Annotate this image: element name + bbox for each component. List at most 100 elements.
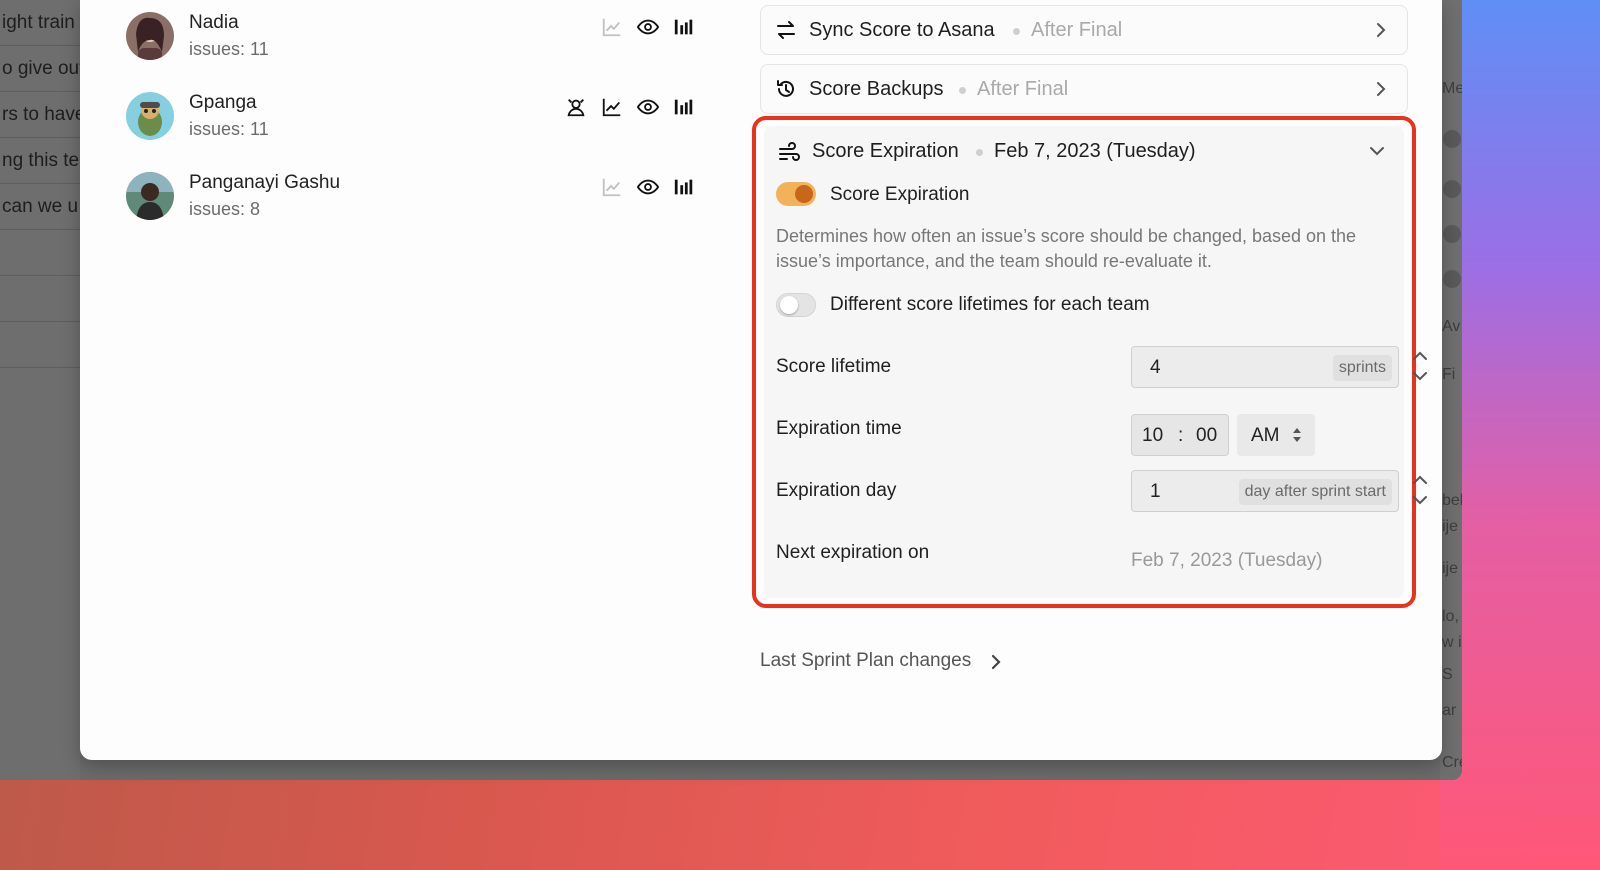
toggle-knob: [795, 185, 813, 203]
chevron-up-icon[interactable]: [1412, 474, 1428, 486]
last-sprint-plan-changes-link[interactable]: Last Sprint Plan changes: [760, 650, 1001, 672]
chevron-right-icon: [991, 654, 1001, 670]
expiration-day-unit: day after sprint start: [1238, 479, 1392, 505]
background-text: Creat: [1442, 754, 1462, 771]
swap-arrows-icon: [777, 21, 795, 39]
bar-chart-icon[interactable]: [672, 175, 696, 199]
score-lifetime-stepper[interactable]: [1401, 346, 1439, 388]
next-expiration-value: Feb 7, 2023 (Tuesday): [1131, 550, 1323, 571]
score-lifetime-value: 4: [1150, 357, 1161, 378]
time-separator: :: [1178, 425, 1184, 446]
chevron-up-icon[interactable]: [1412, 350, 1428, 362]
eye-icon[interactable]: [636, 175, 660, 199]
background-list-item[interactable]: rs to have: [0, 92, 80, 138]
member-row[interactable]: Panganayi Gashu issues: 8: [126, 172, 693, 232]
chevron-down-icon[interactable]: [1368, 143, 1386, 159]
score-lifetime-label: Score lifetime: [776, 356, 892, 377]
sort-arrows-icon: [1293, 428, 1301, 442]
score-backups-status: After Final: [977, 78, 1069, 100]
expiration-time-input[interactable]: 10 : 00: [1131, 414, 1229, 456]
score-lifetime-input[interactable]: 4 sprints: [1131, 346, 1399, 388]
history-icon: [777, 80, 794, 97]
trend-chart-icon[interactable]: [600, 95, 624, 119]
per-team-lifetime-label: Different score lifetimes for each team: [830, 294, 1150, 315]
background-right-column: Me Av Fi bel ije ije lo, w i S ar Creat: [1440, 0, 1462, 780]
member-row[interactable]: Nadia issues: 11: [126, 12, 693, 72]
background-text: Fi: [1442, 366, 1456, 383]
expiration-hour[interactable]: 10: [1142, 425, 1163, 447]
background-list-item[interactable]: [0, 276, 80, 322]
member-actions: [600, 174, 696, 200]
eye-icon[interactable]: [636, 95, 660, 119]
avatar: [1443, 270, 1461, 288]
sprint-settings-modal: Nadia issues: 11 Gpanga issues: 11 Panga…: [80, 0, 1442, 760]
score-expiration-toggle-label: Score Expiration: [830, 184, 970, 205]
background-text: ar: [1442, 702, 1457, 719]
scrum-master-icon[interactable]: [564, 95, 588, 119]
background-text: w i: [1442, 634, 1462, 651]
ampm-value: AM: [1251, 425, 1280, 446]
eye-icon[interactable]: [636, 15, 660, 39]
ampm-select[interactable]: AM: [1237, 414, 1315, 456]
member-issues-count: issues: 11: [189, 39, 269, 59]
trend-chart-icon[interactable]: [600, 15, 624, 39]
chevron-down-icon[interactable]: [1412, 494, 1428, 506]
background-text: S: [1442, 666, 1453, 683]
sync-asana-row[interactable]: Sync Score to Asana After Final: [760, 5, 1408, 55]
score-backups-row[interactable]: Score Backups After Final: [760, 64, 1408, 114]
background-list-item[interactable]: [0, 230, 80, 276]
bar-chart-icon[interactable]: [672, 95, 696, 119]
member-actions: [564, 94, 696, 120]
chevron-right-icon: [1377, 23, 1386, 37]
expiration-icon: [779, 142, 800, 161]
expiration-minute[interactable]: 00: [1196, 425, 1217, 447]
background-text: Me: [1442, 80, 1462, 97]
background-text: ije: [1442, 560, 1459, 577]
score-expiration-toggle[interactable]: [776, 182, 816, 206]
trend-chart-icon[interactable]: [600, 175, 624, 199]
member-name: Nadia: [189, 12, 239, 33]
score-lifetime-unit: sprints: [1332, 355, 1392, 381]
last-sprint-plan-changes-label: Last Sprint Plan changes: [760, 650, 972, 671]
background-list-item[interactable]: ng this te: [0, 138, 80, 184]
next-expiration-label: Next expiration on: [776, 542, 930, 563]
background-list: ight train o give out rs to have ng this…: [0, 0, 80, 780]
avatar: [1443, 180, 1461, 198]
desktop-background: [1440, 0, 1600, 870]
background-list-item[interactable]: ight train: [0, 0, 80, 46]
expiration-time-label: Expiration time: [776, 418, 902, 439]
score-expiration-title[interactable]: Score Expiration: [812, 140, 959, 163]
avatar: [126, 172, 174, 220]
background-text: ije: [1442, 518, 1459, 535]
avatar: [126, 92, 174, 140]
chevron-right-icon: [1377, 82, 1386, 96]
separator-dot: [976, 149, 983, 156]
bar-chart-icon[interactable]: [672, 15, 696, 39]
avatar: [1443, 225, 1461, 243]
expiration-day-stepper[interactable]: [1401, 470, 1439, 512]
member-name: Gpanga: [189, 92, 257, 113]
separator-dot: [1013, 28, 1020, 35]
score-expiration-panel: Score Expiration Feb 7, 2023 (Tuesday) S…: [764, 126, 1427, 598]
member-actions: [600, 14, 696, 40]
background-text: lo,: [1442, 608, 1459, 625]
background-list-item[interactable]: can we u: [0, 184, 80, 230]
avatar: [126, 12, 174, 60]
background-list-item[interactable]: o give out: [0, 46, 80, 92]
member-name: Panganayi Gashu: [189, 172, 341, 193]
background-list-item[interactable]: [0, 322, 80, 368]
sync-asana-status: After Final: [1031, 19, 1123, 41]
score-expiration-date: Feb 7, 2023 (Tuesday): [994, 140, 1196, 162]
avatar: [1443, 130, 1461, 148]
toggle-knob: [780, 296, 798, 314]
per-team-lifetime-toggle[interactable]: [776, 293, 816, 317]
member-row[interactable]: Gpanga issues: 11: [126, 92, 693, 152]
background-text: Av: [1442, 318, 1461, 335]
sync-asana-title: Sync Score to Asana: [809, 19, 995, 41]
member-issues-count: issues: 8: [189, 199, 261, 219]
expiration-day-label: Expiration day: [776, 480, 897, 501]
chevron-down-icon[interactable]: [1412, 370, 1428, 382]
expiration-day-input[interactable]: 1 day after sprint start: [1131, 470, 1399, 512]
background-text: bel: [1442, 492, 1462, 509]
member-issues-count: issues: 11: [189, 119, 269, 139]
